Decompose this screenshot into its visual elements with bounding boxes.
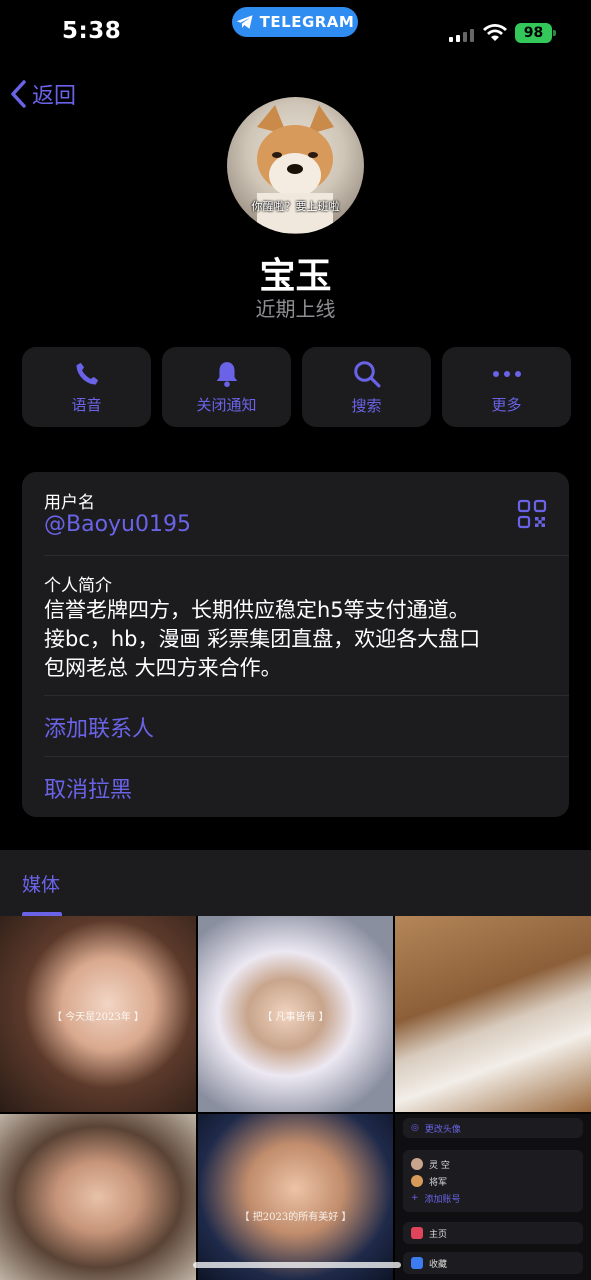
- divider: [44, 756, 569, 757]
- bio-line: 信誉老牌四方，长期供应稳定h5等支付通道。: [44, 598, 470, 622]
- media-thumbnail[interactable]: [0, 1114, 196, 1280]
- telegram-pill-label: TELEGRAM: [259, 13, 355, 31]
- status-time: 5:38: [62, 18, 122, 44]
- action-buttons: 语音 关闭通知 搜索 更多: [22, 347, 571, 427]
- divider: [44, 555, 569, 556]
- media-caption: 【 凡事皆有 】: [262, 1012, 329, 1023]
- chevron-left-icon: [11, 80, 26, 108]
- bio-text: 信誉老牌四方，长期供应稳定h5等支付通道。 接bc，hb，漫画 彩票集团直盘，欢…: [44, 596, 554, 683]
- media-tab-bar: 媒体: [0, 850, 591, 916]
- cellular-signal-icon: [449, 28, 474, 42]
- search-label: 搜索: [351, 396, 382, 415]
- mini-account-row: 将军: [411, 1175, 447, 1188]
- mini-add-account-label: 添加账号: [424, 1194, 461, 1205]
- media-grid: 【 今天是2023年 】 【 凡事皆有 】 【 把2023的所有美好 】 ◎ 更…: [0, 916, 591, 1280]
- profile-avatar[interactable]: 你醒啦？要上班啦: [227, 97, 364, 234]
- home-indicator[interactable]: [193, 1262, 401, 1268]
- profile-info-card: 用户名 @Baoyu0195 个人简介 信誉老牌四方，长期供应稳定h5等支付通道…: [22, 472, 569, 817]
- bell-icon: [216, 361, 237, 387]
- profile-name: 宝玉: [259, 256, 332, 297]
- avatar-caption: 你醒啦？要上班啦: [251, 200, 340, 213]
- telegram-icon: [236, 15, 253, 29]
- battery-icon: 98: [515, 23, 556, 43]
- bio-line: 包网老总 大四方来合作。: [44, 656, 282, 680]
- mini-saved-label: 收藏: [429, 1259, 448, 1270]
- bio-label: 个人简介: [44, 576, 112, 596]
- mini-home-label: 主页: [429, 1229, 448, 1240]
- mini-account-name: 将军: [429, 1177, 448, 1188]
- media-thumbnail[interactable]: [395, 916, 591, 1112]
- status-bar: 5:38 TELEGRAM 98: [0, 0, 591, 70]
- mini-account-row: 灵 空: [411, 1158, 450, 1171]
- more-icon: [492, 370, 521, 377]
- bookmark-icon: [411, 1257, 423, 1269]
- avatar: [411, 1158, 423, 1170]
- mute-notifications-label: 关闭通知: [196, 395, 257, 414]
- search-icon: [353, 360, 380, 387]
- voice-call-button[interactable]: 语音: [22, 347, 151, 427]
- mini-home-row: 主页: [403, 1222, 583, 1244]
- mini-accounts: 灵 空 将军 + 添加账号: [403, 1150, 583, 1212]
- last-seen-status: 近期上线: [255, 297, 336, 321]
- battery-level: 98: [523, 25, 544, 41]
- more-label: 更多: [491, 395, 522, 414]
- unblock-button[interactable]: 取消拉黑: [44, 772, 132, 804]
- mute-notifications-button[interactable]: 关闭通知: [162, 347, 291, 427]
- camera-icon: ◎: [411, 1123, 419, 1133]
- qr-code-icon[interactable]: [517, 499, 547, 529]
- tab-media[interactable]: 媒体: [22, 870, 60, 897]
- username-value[interactable]: @Baoyu0195: [44, 512, 191, 537]
- media-thumbnail[interactable]: ◎ 更改头像 灵 空 将军 + 添加账号 主页 收藏: [395, 1114, 591, 1280]
- back-label: 返回: [32, 84, 77, 109]
- mini-change-avatar: ◎ 更改头像: [403, 1118, 583, 1138]
- media-thumbnail[interactable]: 【 把2023的所有美好 】: [198, 1114, 393, 1280]
- phone-icon: [76, 362, 98, 384]
- add-contact-button[interactable]: 添加联系人: [44, 711, 154, 743]
- back-button[interactable]: 返回: [10, 78, 76, 110]
- wifi-icon: [483, 24, 507, 41]
- home-icon: [411, 1227, 423, 1239]
- voice-call-label: 语音: [71, 395, 102, 414]
- search-button[interactable]: 搜索: [302, 347, 431, 427]
- mini-saved-row: 收藏: [403, 1252, 583, 1274]
- media-caption: 【 今天是2023年 】: [52, 1012, 144, 1023]
- mini-change-avatar-label: 更改头像: [424, 1124, 461, 1135]
- bio-line: 接bc，hb，漫画 彩票集团直盘，欢迎各大盘口: [44, 627, 481, 651]
- divider: [44, 695, 569, 696]
- media-caption: 【 把2023的所有美好 】: [239, 1212, 352, 1223]
- media-thumbnail[interactable]: 【 凡事皆有 】: [198, 916, 393, 1112]
- mini-add-account-row: + 添加账号: [411, 1192, 461, 1205]
- mini-account-name: 灵 空: [429, 1160, 450, 1171]
- telegram-pill[interactable]: TELEGRAM: [232, 7, 358, 37]
- media-thumbnail[interactable]: 【 今天是2023年 】: [0, 916, 196, 1112]
- more-button[interactable]: 更多: [442, 347, 571, 427]
- username-label: 用户名: [44, 493, 95, 513]
- avatar: [411, 1175, 423, 1187]
- plus-icon: +: [411, 1193, 419, 1203]
